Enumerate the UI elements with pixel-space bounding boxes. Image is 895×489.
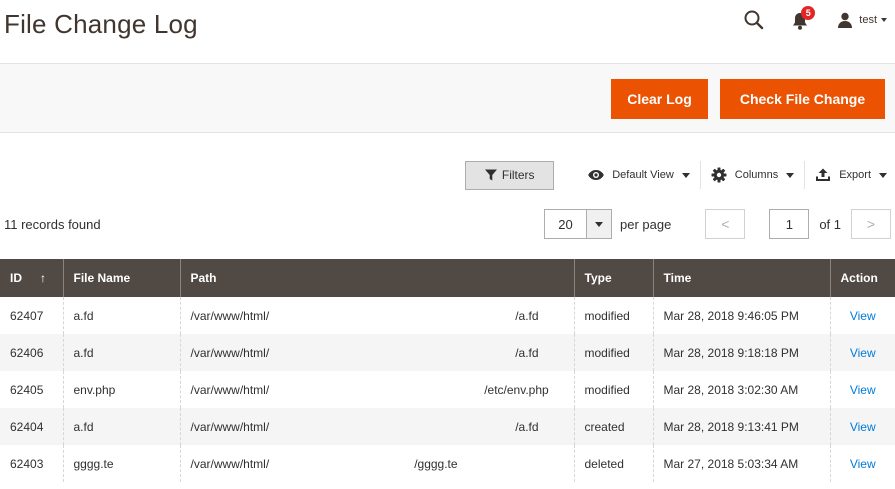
table-row: 62403 gggg.te /var/www/html//gggg.te del… xyxy=(0,445,895,482)
cell-path: /var/www/html//gggg.te xyxy=(179,445,574,482)
cell-time: Mar 27, 2018 5:03:34 AM xyxy=(652,445,830,482)
export-icon xyxy=(816,168,831,181)
cell-action: View xyxy=(829,371,895,408)
cell-path: /var/www/html//a.fd xyxy=(179,334,574,371)
chevron-down-icon xyxy=(879,172,887,178)
chevron-down-icon xyxy=(594,221,603,227)
cell-path: /var/www/html//etc/env.php xyxy=(179,371,574,408)
cell-file-name: gggg.te xyxy=(62,445,180,482)
view-link[interactable]: View xyxy=(850,383,876,397)
view-link[interactable]: View xyxy=(850,420,876,434)
cell-id: 62404 xyxy=(0,408,63,445)
view-link[interactable]: View xyxy=(850,346,876,360)
cell-type: created xyxy=(573,408,653,445)
check-file-change-button[interactable]: Check File Change xyxy=(720,79,885,119)
column-header-action: Action xyxy=(829,259,895,297)
eye-icon xyxy=(588,170,605,180)
filters-button[interactable]: Filters xyxy=(465,160,555,190)
sort-ascending-icon: ↑ xyxy=(40,271,46,285)
default-view-dropdown[interactable]: Default View xyxy=(578,160,700,190)
cell-file-name: a.fd xyxy=(62,408,180,445)
user-name: test xyxy=(859,14,877,26)
grid-toolbar: Filters Default View Columns Export xyxy=(465,160,887,190)
filters-label: Filters xyxy=(501,168,535,182)
records-found-count: 11 records found xyxy=(4,217,101,232)
notifications-bell-icon[interactable]: 5 xyxy=(791,6,816,31)
export-label: Export xyxy=(839,169,871,181)
column-header-id[interactable]: ID ↑ xyxy=(0,259,63,297)
per-page-value[interactable]: 20 xyxy=(543,209,586,239)
cell-time: Mar 28, 2018 9:18:18 PM xyxy=(652,334,830,371)
cell-path: /var/www/html//a.fd xyxy=(179,297,574,334)
cell-type: modified xyxy=(573,297,653,334)
table-row: 62404 a.fd /var/www/html//a.fd created M… xyxy=(0,408,895,445)
chevron-down-icon xyxy=(881,18,887,22)
cell-id: 62403 xyxy=(10,456,44,471)
columns-label: Columns xyxy=(734,169,779,181)
funnel-icon xyxy=(484,169,497,181)
view-link[interactable]: View xyxy=(850,457,876,471)
gear-icon xyxy=(711,167,727,183)
cell-file-name: a.fd xyxy=(62,297,180,334)
cell-action: View xyxy=(829,334,895,371)
table-row: 62405 env.php /var/www/html//etc/env.php… xyxy=(0,371,895,408)
cell-action: View xyxy=(829,408,895,445)
notification-badge: 5 xyxy=(801,6,816,20)
user-menu[interactable]: test xyxy=(837,12,887,28)
pagination: 20 per page < 1 of 1 > xyxy=(543,208,891,240)
cell-file-name: a.fd xyxy=(62,334,180,371)
per-page-label: per page xyxy=(619,216,672,232)
header-actions: 5 test xyxy=(743,6,887,32)
cell-type: deleted xyxy=(573,445,653,482)
chevron-down-icon xyxy=(681,172,690,178)
per-page-toggle[interactable] xyxy=(585,209,612,239)
cell-id: 62405 xyxy=(10,382,44,397)
view-link[interactable]: View xyxy=(850,309,876,323)
column-header-file-name[interactable]: File Name xyxy=(62,259,180,297)
chevron-down-icon xyxy=(786,172,795,178)
grid-header-row: ID ↑ File Name Path Type Time Action xyxy=(0,259,895,297)
page-title: File Change Log xyxy=(4,9,198,39)
cell-path: /var/www/html//a.fd xyxy=(179,408,574,445)
user-icon xyxy=(838,12,853,28)
total-pages-label: of 1 xyxy=(819,216,841,232)
cell-time: Mar 28, 2018 3:02:30 AM xyxy=(652,371,830,408)
cell-time: Mar 28, 2018 9:46:05 PM xyxy=(652,297,830,334)
default-view-label: Default View xyxy=(612,169,674,181)
search-icon[interactable] xyxy=(743,9,765,31)
current-page-input[interactable]: 1 xyxy=(769,209,810,239)
cell-action: View xyxy=(829,297,895,334)
cell-action: View xyxy=(829,445,895,482)
previous-page-button[interactable]: < xyxy=(705,209,746,239)
export-dropdown[interactable]: Export xyxy=(805,160,887,190)
table-row: 62406 a.fd /var/www/html//a.fd modified … xyxy=(0,334,895,371)
column-header-time[interactable]: Time xyxy=(652,259,830,297)
columns-dropdown[interactable]: Columns xyxy=(701,160,804,190)
cell-id: 62407 xyxy=(10,308,44,323)
column-header-type[interactable]: Type xyxy=(573,259,653,297)
page-actions-bar: Clear Log Check File Change xyxy=(0,63,895,133)
next-page-button[interactable]: > xyxy=(851,209,891,239)
clear-log-button[interactable]: Clear Log xyxy=(611,79,708,119)
cell-file-name: env.php xyxy=(62,371,180,408)
file-change-grid: ID ↑ File Name Path Type Time Action 6240… xyxy=(0,259,895,482)
cell-time: Mar 28, 2018 9:13:41 PM xyxy=(652,408,830,445)
cell-id: 62406 xyxy=(0,334,63,371)
cell-type: modified xyxy=(573,371,653,408)
table-row: 62407 a.fd /var/www/html//a.fd modified … xyxy=(0,297,895,334)
cell-type: modified xyxy=(573,334,653,371)
column-header-path[interactable]: Path xyxy=(179,259,574,297)
